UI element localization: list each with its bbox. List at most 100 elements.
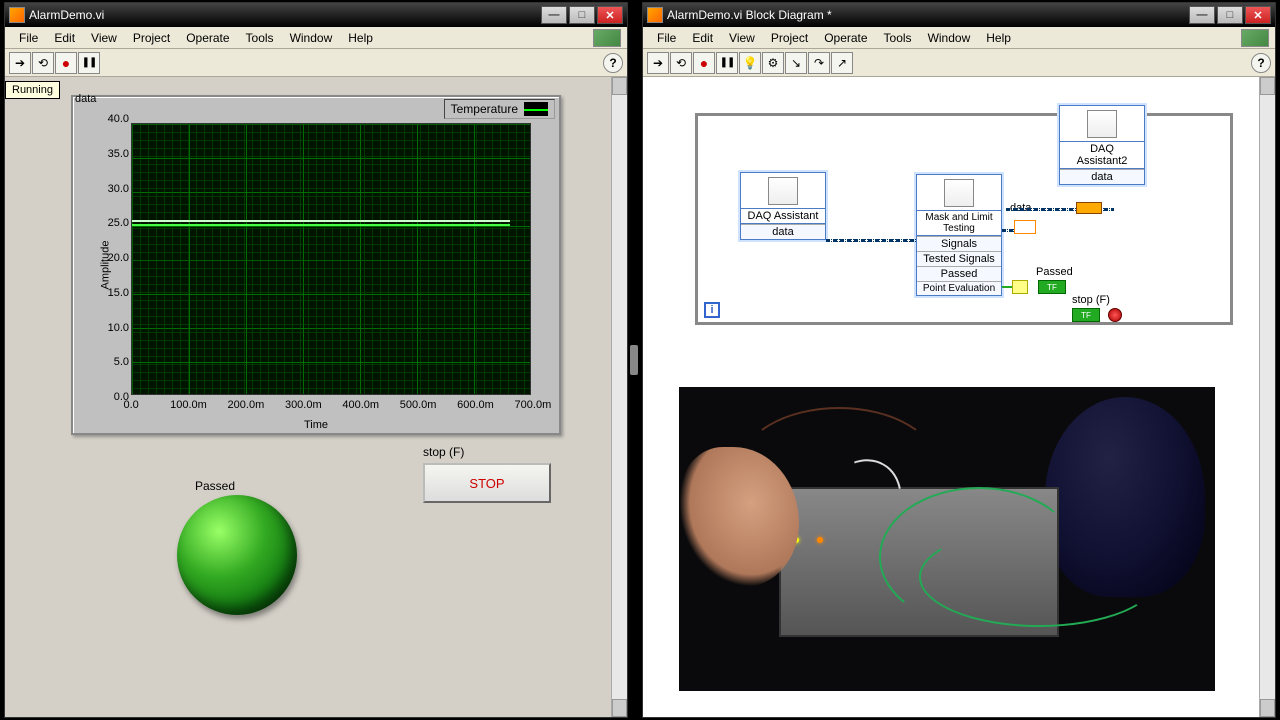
menu-help[interactable]: Help (978, 29, 1019, 47)
y-tick: 40.0 (108, 113, 129, 125)
menu-edit[interactable]: Edit (684, 29, 721, 47)
chart-gridlines (132, 124, 530, 394)
stop-label: stop (F) (423, 445, 464, 459)
chart-trace-highlight (132, 220, 510, 222)
data-indicator-terminal[interactable] (1014, 220, 1036, 234)
node-terminal: Passed (917, 266, 1001, 281)
run-button[interactable]: ➔ (647, 52, 669, 74)
context-help-button[interactable]: ? (1251, 53, 1271, 73)
menu-tools[interactable]: Tools (238, 29, 282, 47)
daq-assistant-node[interactable]: DAQ Assistant data (740, 172, 826, 240)
menu-tools[interactable]: Tools (876, 29, 920, 47)
y-tick: 30.0 (108, 183, 129, 195)
close-button[interactable]: ✕ (597, 6, 623, 24)
menu-project[interactable]: Project (125, 29, 178, 47)
titlebar[interactable]: AlarmDemo.vi — □ ✕ (5, 3, 627, 27)
loop-stop-terminal-icon[interactable] (1108, 308, 1122, 322)
window-title: AlarmDemo.vi (29, 8, 541, 22)
menubar: File Edit View Project Operate Tools Win… (643, 27, 1275, 49)
step-out-button[interactable]: ↗ (831, 52, 853, 74)
node-title: Mask and Limit Testing (917, 211, 1001, 236)
run-continuous-button[interactable]: ⟲ (32, 52, 54, 74)
stop-terminal-label: stop (F) (1072, 294, 1110, 306)
block-diagram-window: AlarmDemo.vi Block Diagram * — □ ✕ File … (642, 2, 1276, 718)
signal-wire[interactable] (826, 239, 916, 242)
x-tick: 700.0m (515, 399, 552, 411)
y-tick: 5.0 (114, 356, 129, 368)
pause-button[interactable]: ❚❚ (716, 52, 738, 74)
maximize-button[interactable]: □ (569, 6, 595, 24)
y-axis-title: Amplitude (99, 241, 111, 290)
highlight-execution-button[interactable]: 💡 (739, 52, 761, 74)
context-help-button[interactable]: ? (603, 53, 623, 73)
daq-assistant2-node[interactable]: DAQ Assistant2 data (1059, 105, 1145, 185)
x-tick: 0.0 (123, 399, 138, 411)
led-indicator-icon (177, 495, 297, 615)
menu-view[interactable]: View (83, 29, 125, 47)
abort-button[interactable]: ● (693, 52, 715, 74)
menu-file[interactable]: File (11, 29, 46, 47)
node-title: DAQ Assistant2 (1060, 142, 1144, 169)
boolean-wire[interactable] (1002, 286, 1012, 288)
menu-view[interactable]: View (721, 29, 763, 47)
window-title: AlarmDemo.vi Block Diagram * (667, 8, 1189, 22)
run-continuous-button[interactable]: ⟲ (670, 52, 692, 74)
x-tick: 600.0m (457, 399, 494, 411)
hardware-photo (679, 387, 1215, 691)
daq-icon (768, 177, 798, 205)
loop-iteration-terminal[interactable]: i (704, 302, 720, 318)
x-tick: 100.0m (170, 399, 207, 411)
chart-trace (132, 224, 510, 226)
passed-indicator-terminal[interactable]: TF (1038, 280, 1066, 294)
mask-icon (944, 179, 974, 207)
node-terminal: Point Evaluation (917, 281, 1001, 295)
minimize-button[interactable]: — (1189, 6, 1215, 24)
menu-edit[interactable]: Edit (46, 29, 83, 47)
window-divider[interactable] (628, 0, 640, 720)
step-into-button[interactable]: ↘ (785, 52, 807, 74)
titlebar[interactable]: AlarmDemo.vi Block Diagram * — □ ✕ (643, 3, 1275, 27)
block-diagram-body[interactable]: DAQ Assistant data Mask and Limit Testin… (643, 77, 1275, 717)
close-button[interactable]: ✕ (1245, 6, 1271, 24)
step-over-button[interactable]: ↷ (808, 52, 830, 74)
pause-button[interactable]: ❚❚ (78, 52, 100, 74)
node-terminal: data (741, 224, 825, 239)
abort-button[interactable]: ● (55, 52, 77, 74)
divider-handle-icon (630, 345, 638, 375)
stop-control-terminal[interactable]: TF (1072, 308, 1100, 322)
minimize-button[interactable]: — (541, 6, 567, 24)
menu-window[interactable]: Window (920, 29, 979, 47)
node-title: DAQ Assistant (741, 209, 825, 224)
vi-icon[interactable] (1241, 29, 1269, 47)
menu-operate[interactable]: Operate (178, 29, 237, 47)
legend-label: Temperature (451, 102, 518, 116)
y-tick: 35.0 (108, 148, 129, 160)
menu-project[interactable]: Project (763, 29, 816, 47)
waveform-chart[interactable]: data Temperature 40.0 35.0 30.0 25.0 20.… (71, 95, 561, 435)
menubar: File Edit View Project Operate Tools Win… (5, 27, 627, 49)
chart-legend[interactable]: Temperature (444, 99, 555, 119)
x-axis-title: Time (304, 419, 328, 431)
passed-led-label: Passed (195, 479, 235, 493)
menu-operate[interactable]: Operate (816, 29, 875, 47)
vertical-scrollbar[interactable] (611, 77, 627, 717)
menu-file[interactable]: File (649, 29, 684, 47)
front-panel-body: Running data Temperature 40.0 35.0 30.0 … (5, 77, 627, 717)
retain-wire-button[interactable]: ⚙ (762, 52, 784, 74)
menu-help[interactable]: Help (340, 29, 381, 47)
legend-swatch-icon (524, 102, 548, 116)
x-tick: 300.0m (285, 399, 322, 411)
x-tick: 200.0m (228, 399, 265, 411)
maximize-button[interactable]: □ (1217, 6, 1243, 24)
vertical-scrollbar[interactable] (1259, 77, 1275, 717)
passed-terminal-label: Passed (1036, 266, 1073, 278)
run-button[interactable]: ➔ (9, 52, 31, 74)
tunnel-icon[interactable] (1076, 202, 1102, 214)
while-loop[interactable]: DAQ Assistant data Mask and Limit Testin… (695, 113, 1233, 325)
mask-limit-testing-node[interactable]: Mask and Limit Testing Signals Tested Si… (916, 174, 1002, 296)
stop-button[interactable]: STOP (423, 463, 551, 503)
vi-icon[interactable] (593, 29, 621, 47)
select-function-icon[interactable] (1012, 280, 1028, 294)
menu-window[interactable]: Window (282, 29, 341, 47)
running-status-badge: Running (5, 81, 60, 99)
